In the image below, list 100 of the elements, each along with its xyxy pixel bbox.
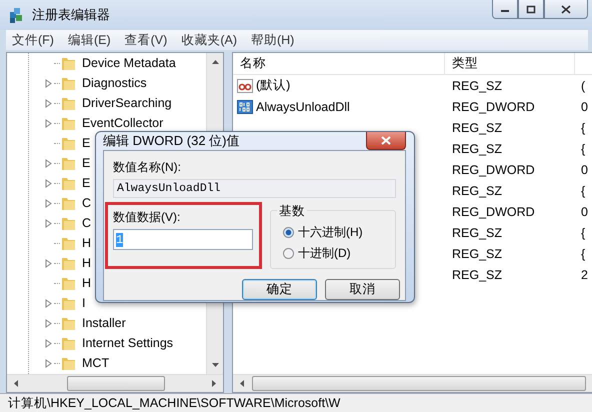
scroll-left-icon <box>13 379 19 388</box>
folder-icon <box>61 115 77 131</box>
scroll-thumb[interactable] <box>252 376 586 391</box>
radio-button[interactable] <box>283 227 294 238</box>
scroll-thumb[interactable] <box>67 376 165 391</box>
value-type: REG_SZ <box>451 142 504 156</box>
value-type: REG_DWORD <box>451 204 536 218</box>
folder-icon <box>61 155 77 171</box>
tree-item[interactable]: MCT <box>82 356 110 370</box>
close-button[interactable] <box>366 132 406 150</box>
expand-arrow-icon[interactable] <box>45 198 52 208</box>
scroll-down-icon <box>210 362 220 368</box>
expand-arrow-icon[interactable] <box>45 218 52 228</box>
horizontal-scrollbar[interactable] <box>7 374 223 392</box>
folder-icon <box>61 195 77 211</box>
column-header[interactable]: 类型 <box>445 53 575 74</box>
value-data: 0 <box>580 204 588 218</box>
value-data: 2 <box>580 268 588 282</box>
radio-label[interactable]: 十进制(D) <box>298 245 351 262</box>
menu-item[interactable]: 查看(V) <box>124 32 168 48</box>
binary-digits-icon <box>237 98 253 114</box>
folder-icon <box>61 315 77 331</box>
tree-item[interactable]: H <box>82 236 92 250</box>
value-type: REG_SZ <box>451 120 504 134</box>
value-type: REG_SZ <box>451 268 504 282</box>
radio-label[interactable]: 十六进制(H) <box>298 224 363 241</box>
dialog-button[interactable]: 取消 <box>325 279 400 300</box>
folder-icon <box>61 255 77 271</box>
value-type: REG_SZ <box>451 226 504 240</box>
folder-icon <box>61 275 77 291</box>
group-label: 基数 <box>277 203 307 220</box>
registry-path: 计算机\HKEY_LOCAL_MACHINE\SOFTWARE\Microsoft\W <box>8 394 340 412</box>
folder-icon <box>61 95 77 111</box>
expand-arrow-icon[interactable] <box>45 298 52 308</box>
value-data: ( <box>580 78 586 92</box>
scroll-up-icon <box>210 59 220 65</box>
folder-icon <box>61 55 77 71</box>
folder-icon <box>61 135 77 151</box>
tree-item[interactable]: E <box>82 156 90 170</box>
value-data: { <box>580 184 586 198</box>
menu-item[interactable]: 帮助(H) <box>250 32 294 48</box>
menu-item[interactable]: 编辑(E) <box>68 32 111 48</box>
folder-icon <box>61 295 77 311</box>
close-icon <box>561 4 571 14</box>
expand-arrow-icon[interactable] <box>45 358 52 368</box>
field-label: 数值数据(V): <box>113 209 182 226</box>
tree-item[interactable]: Installer <box>82 316 126 330</box>
tree-item[interactable]: C <box>82 196 92 210</box>
value-data: { <box>580 246 586 260</box>
field-value: 1 <box>116 232 124 246</box>
menu-item[interactable]: 收藏夹(A) <box>181 32 237 48</box>
maximize-button[interactable] <box>518 0 544 19</box>
value-name[interactable]: AlwaysUnloadDll <box>256 100 350 114</box>
horizontal-scrollbar[interactable] <box>233 374 592 392</box>
minimize-button[interactable] <box>492 0 518 19</box>
tree-item[interactable]: H <box>82 276 92 290</box>
value-type: REG_DWORD <box>451 100 536 114</box>
value-data: { <box>580 226 586 240</box>
expand-arrow-icon[interactable] <box>45 258 52 268</box>
value-type: REG_SZ <box>451 184 504 198</box>
dialog-button[interactable]: 确定 <box>242 279 317 300</box>
name-field: AlwaysUnloadDll <box>113 179 396 198</box>
scroll-left-icon <box>239 379 244 388</box>
value-type: REG_SZ <box>451 246 504 260</box>
folder-icon <box>61 215 77 231</box>
value-type: REG_SZ <box>451 78 504 92</box>
value-data: 0 <box>580 100 588 114</box>
tree-item[interactable]: E <box>82 176 90 190</box>
folder-icon <box>61 235 77 251</box>
value-data: { <box>580 120 586 134</box>
expand-arrow-icon[interactable] <box>45 78 52 88</box>
close-button[interactable] <box>544 0 588 19</box>
radio-button[interactable] <box>283 248 294 259</box>
string-value-icon <box>237 78 253 94</box>
value-type: REG_DWORD <box>451 162 536 176</box>
tree-item[interactable]: C <box>82 216 92 230</box>
menu-item[interactable]: 文件(F) <box>12 32 54 48</box>
tree-item[interactable]: I <box>82 296 86 310</box>
column-header[interactable]: 名称 <box>233 53 445 74</box>
tree-item[interactable]: EventCollector <box>82 116 164 130</box>
expand-arrow-icon[interactable] <box>45 158 52 168</box>
folder-icon <box>61 355 77 371</box>
expand-arrow-icon[interactable] <box>45 118 52 128</box>
maximize-icon <box>526 4 536 14</box>
folder-icon <box>61 335 77 351</box>
expand-arrow-icon[interactable] <box>45 178 52 188</box>
tree-item[interactable]: DriverSearching <box>82 96 172 110</box>
tree-item[interactable]: Internet Settings <box>82 336 174 350</box>
value-data: 0 <box>580 162 588 176</box>
expand-arrow-icon[interactable] <box>45 338 52 348</box>
field-label: 数值名称(N): <box>113 159 182 176</box>
tree-item[interactable]: Diagnostics <box>82 76 147 90</box>
folder-icon <box>61 75 77 91</box>
expand-arrow-icon[interactable] <box>45 98 52 108</box>
tree-item[interactable]: Device Metadata <box>82 56 176 70</box>
window-title: 注册表编辑器 <box>32 6 110 24</box>
value-name[interactable]: (默认) <box>256 77 290 94</box>
tree-item[interactable]: H <box>82 256 92 270</box>
expand-arrow-icon[interactable] <box>45 318 52 328</box>
tree-item[interactable]: E <box>82 136 90 150</box>
